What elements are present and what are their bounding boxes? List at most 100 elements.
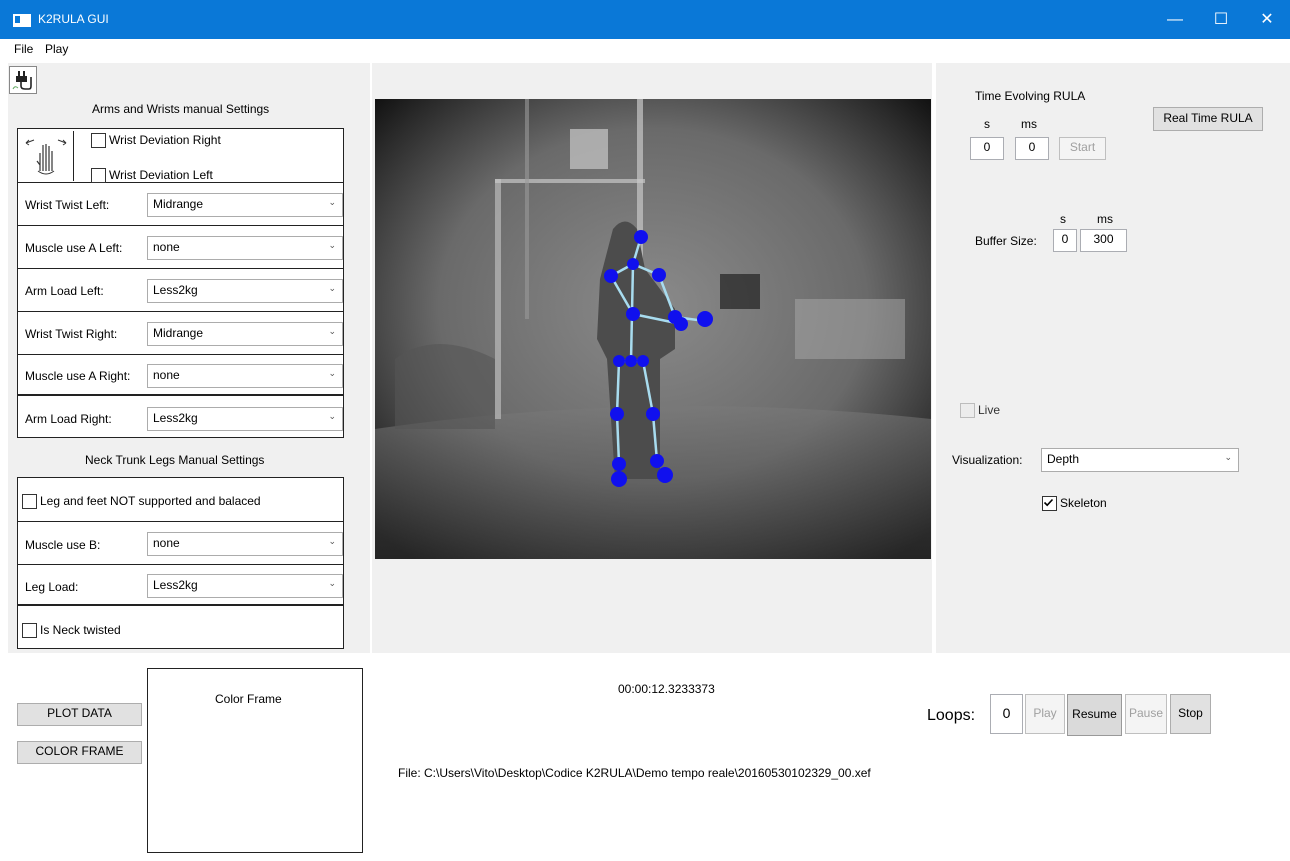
muscle-use-a-right-row: Muscle use A Right: none ⌄ [18, 356, 343, 396]
menu-play[interactable]: Play [45, 42, 68, 56]
arm-load-right-value: Less2kg [153, 411, 198, 425]
wrist-deviation-right-checkbox[interactable] [91, 133, 106, 148]
neck-twisted-row: Is Neck twisted [18, 608, 343, 648]
minimize-button[interactable]: — [1152, 0, 1198, 39]
chevron-down-icon: ⌄ [328, 326, 336, 336]
arm-load-left-label: Arm Load Left: [25, 284, 104, 298]
chevron-down-icon: ⌄ [328, 283, 336, 293]
wrist-deviation-row: Wrist Deviation Right Wrist Deviation Le… [18, 129, 343, 183]
start-button[interactable]: Start [1059, 137, 1106, 160]
leg-load-value: Less2kg [153, 578, 198, 592]
muscle-use-b-select[interactable]: none ⌄ [147, 532, 343, 556]
buffer-s-label: s [1060, 212, 1066, 226]
chevron-down-icon: ⌄ [328, 240, 336, 250]
muscle-use-a-left-value: none [153, 240, 180, 254]
leg-feet-row: Leg and feet NOT supported and balaced [18, 478, 343, 522]
wrist-twist-right-value: Midrange [153, 326, 204, 340]
live-checkbox[interactable] [960, 403, 975, 418]
muscle-use-b-value: none [153, 536, 180, 550]
arm-load-left-row: Arm Load Left: Less2kg ⌄ [18, 270, 343, 312]
live-label: Live [978, 403, 1001, 417]
resume-button[interactable]: Resume [1067, 694, 1122, 736]
leg-load-select[interactable]: Less2kg ⌄ [147, 574, 343, 598]
buffer-s-input[interactable]: 0 [1053, 229, 1077, 252]
visualization-select[interactable]: Depth ⌄ [1041, 448, 1239, 472]
menu-file[interactable]: File [14, 42, 33, 56]
arm-load-left-value: Less2kg [153, 283, 198, 297]
arm-load-right-row: Arm Load Right: Less2kg ⌄ [18, 398, 343, 438]
loops-label: Loops: [927, 707, 976, 724]
arm-load-left-select[interactable]: Less2kg ⌄ [147, 279, 343, 303]
visualization-label: Visualization: [952, 453, 1023, 467]
menu-bar: File Play [0, 39, 1290, 59]
color-frame-button[interactable]: COLOR FRAME [17, 741, 142, 764]
wrist-deviation-right-label: Wrist Deviation Right [109, 133, 221, 147]
skeleton-label: Skeleton [1060, 496, 1107, 510]
arm-load-right-select[interactable]: Less2kg ⌄ [147, 407, 343, 431]
leg-load-row: Leg Load: Less2kg ⌄ [18, 566, 343, 606]
arm-load-right-label: Arm Load Right: [25, 412, 112, 426]
checkmark-icon [1043, 498, 1054, 507]
chevron-down-icon: ⌄ [328, 411, 336, 421]
maximize-button[interactable]: ☐ [1198, 0, 1244, 39]
buffer-size-label: Buffer Size: [975, 234, 1037, 248]
leg-feet-label: Leg and feet NOT supported and balaced [40, 494, 261, 508]
time-ms-input[interactable]: 0 [1015, 137, 1049, 160]
color-frame-box: Color Frame [147, 668, 363, 853]
real-time-rula-button[interactable]: Real Time RULA [1153, 107, 1263, 131]
leg-feet-checkbox[interactable] [22, 494, 37, 509]
file-path: File: C:\Users\Vito\Desktop\Codice K2RUL… [398, 766, 871, 780]
muscle-use-a-left-label: Muscle use A Left: [25, 241, 123, 255]
stop-button[interactable]: Stop [1170, 694, 1211, 734]
buffer-ms-input[interactable]: 300 [1080, 229, 1127, 252]
hand-icon [20, 131, 74, 181]
visualization-value: Depth [1047, 452, 1080, 466]
skeleton-checkbox[interactable] [1042, 496, 1057, 511]
chevron-down-icon: ⌄ [328, 197, 336, 207]
wrist-twist-left-value: Midrange [153, 197, 204, 211]
muscle-use-a-right-label: Muscle use A Right: [25, 369, 131, 383]
muscle-use-a-right-value: none [153, 368, 180, 382]
wrist-deviation-left-checkbox[interactable] [91, 168, 106, 183]
arms-wrists-title: Arms and Wrists manual Settings [92, 102, 270, 116]
wrist-twist-left-select[interactable]: Midrange ⌄ [147, 193, 343, 217]
neck-trunk-legs-group: Leg and feet NOT supported and balaced M… [17, 477, 344, 649]
app-icon [13, 14, 31, 27]
chevron-down-icon: ⌄ [1224, 452, 1232, 462]
time-s-label: s [984, 117, 990, 131]
muscle-use-b-label: Muscle use B: [25, 538, 101, 552]
time-evolving-title: Time Evolving RULA [975, 89, 1086, 103]
loops-input[interactable]: 0 [990, 694, 1023, 734]
muscle-use-b-row: Muscle use B: none ⌄ [18, 523, 343, 565]
chevron-down-icon: ⌄ [328, 368, 336, 378]
muscle-use-a-left-row: Muscle use A Left: none ⌄ [18, 227, 343, 269]
time-ms-label: ms [1021, 117, 1037, 131]
arms-settings-group: Wrist Deviation Right Wrist Deviation Le… [17, 128, 344, 438]
close-button[interactable]: ✕ [1244, 0, 1290, 39]
depth-frame-view [375, 99, 931, 559]
window-title: K2RULA GUI [38, 12, 109, 26]
pause-button[interactable]: Pause [1125, 694, 1167, 734]
wrist-twist-left-row: Wrist Twist Left: Midrange ⌄ [18, 184, 343, 226]
playback-timestamp: 00:00:12.3233373 [618, 682, 715, 696]
chevron-down-icon: ⌄ [328, 536, 336, 546]
wrist-twist-right-label: Wrist Twist Right: [25, 327, 118, 341]
muscle-use-a-left-select[interactable]: none ⌄ [147, 236, 343, 260]
time-s-input[interactable]: 0 [970, 137, 1004, 160]
neck-twisted-label: Is Neck twisted [40, 623, 121, 637]
muscle-use-a-right-select[interactable]: none ⌄ [147, 364, 343, 388]
chevron-down-icon: ⌄ [328, 578, 336, 588]
buffer-ms-label: ms [1097, 212, 1113, 226]
neck-trunk-legs-title: Neck Trunk Legs Manual Settings [85, 453, 265, 467]
connect-plug-icon[interactable] [9, 66, 37, 94]
plot-data-button[interactable]: PLOT DATA [17, 703, 142, 726]
wrist-deviation-left-label: Wrist Deviation Left [109, 168, 213, 182]
neck-twisted-checkbox[interactable] [22, 623, 37, 638]
wrist-twist-right-select[interactable]: Midrange ⌄ [147, 322, 343, 346]
title-bar: K2RULA GUI — ☐ ✕ [0, 0, 1290, 39]
play-button[interactable]: Play [1025, 694, 1065, 734]
wrist-twist-left-label: Wrist Twist Left: [25, 198, 110, 212]
wrist-twist-right-row: Wrist Twist Right: Midrange ⌄ [18, 313, 343, 355]
color-frame-title: Color Frame [215, 692, 282, 706]
leg-load-label: Leg Load: [25, 580, 79, 594]
